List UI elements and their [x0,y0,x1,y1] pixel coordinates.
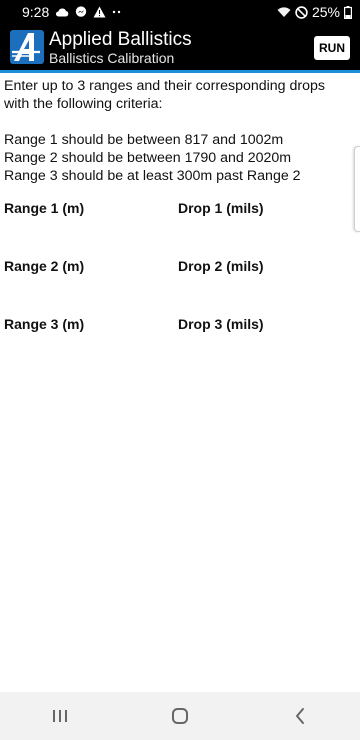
status-bar: 9:28 25% [0,0,360,24]
range-2-group[interactable]: Range 2 (m) [4,257,178,315]
run-button[interactable]: RUN [314,36,350,60]
messenger-icon [75,6,87,18]
more-dots-icon [112,10,122,14]
back-icon[interactable] [270,692,330,740]
calibration-form: Enter up to 3 ranges and their correspon… [4,77,354,373]
range-2-label: Range 2 (m) [4,258,85,274]
status-right: 25% [277,4,352,20]
app-bar-accent [0,70,360,73]
field-row-1: Range 1 (m) Drop 1 (mils) [4,199,354,257]
status-time: 9:28 [22,4,50,20]
warning-icon [93,6,106,18]
criteria-range-2: Range 2 should be between 1790 and 2020m [4,150,292,166]
range-3-label: Range 3 (m) [4,316,85,332]
app-titles: Applied Ballistics Ballistics Calibratio… [49,30,192,65]
instructions-spacer [4,113,354,131]
drop-1-label: Drop 1 (mils) [178,200,264,216]
criteria-range-3: Range 3 should be at least 300m past Ran… [4,168,301,184]
range-1-label: Range 1 (m) [4,200,85,216]
drop-2-group[interactable]: Drop 2 (mils) [178,257,354,315]
field-row-3: Range 3 (m) Drop 3 (mils) [4,315,354,373]
wifi-icon [277,6,291,18]
drop-3-label: Drop 3 (mils) [178,316,264,332]
battery-icon [344,5,352,19]
app-subtitle: Ballistics Calibration [49,49,175,66]
app-title: Applied Ballistics [49,28,192,50]
drop-2-label: Drop 2 (mils) [178,258,264,274]
drop-3-group[interactable]: Drop 3 (mils) [178,315,354,373]
recents-icon[interactable] [30,692,90,740]
drop-1-group[interactable]: Drop 1 (mils) [178,199,354,257]
cloud-icon [55,7,69,17]
status-left: 9:28 [22,4,122,20]
form-spacer [4,185,354,199]
home-icon[interactable] [150,692,210,740]
app-bar: Applied Ballistics Ballistics Calibratio… [0,24,360,70]
range-1-group[interactable]: Range 1 (m) [4,199,178,257]
applied-ballistics-logo-icon [10,30,44,64]
instructions: Enter up to 3 ranges and their correspon… [4,77,354,185]
criteria-range-1: Range 1 should be between 817 and 1002m [4,132,284,148]
field-row-2: Range 2 (m) Drop 2 (mils) [4,257,354,315]
instructions-intro: Enter up to 3 ranges and their correspon… [4,78,325,112]
nav-bar [0,692,360,740]
battery-percent: 25% [311,4,340,20]
edge-panel-handle[interactable] [354,146,360,232]
range-3-group[interactable]: Range 3 (m) [4,315,178,373]
do-not-disturb-icon [295,5,308,19]
